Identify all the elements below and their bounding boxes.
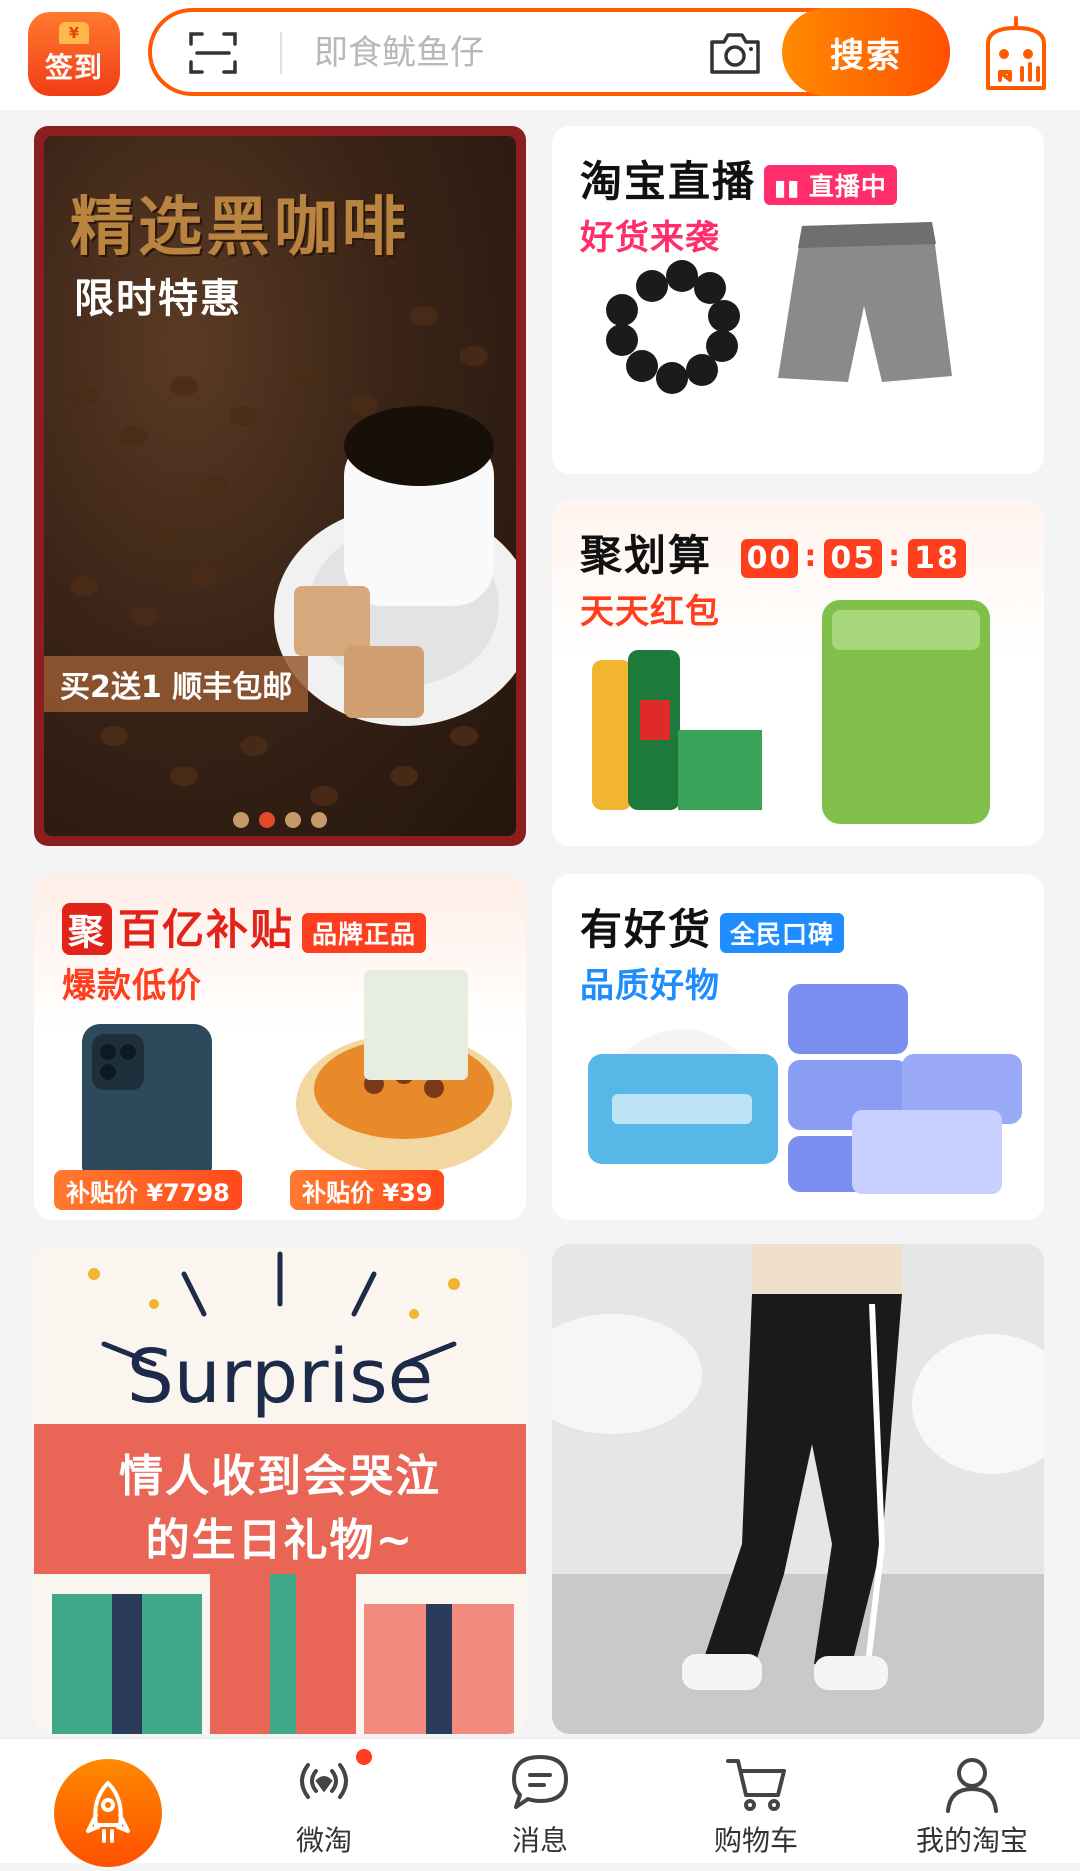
checkin-button[interactable]: ¥ 签到 xyxy=(28,12,120,96)
carousel-dot[interactable] xyxy=(285,812,301,828)
subsidy-products-image xyxy=(82,970,512,1184)
nav-label: 消息 xyxy=(511,1824,568,1857)
search-bar[interactable]: 搜索 xyxy=(148,8,950,96)
live-products-image xyxy=(606,222,952,394)
feed-item-gift[interactable]: Surprise 情人收到会哭泣 的生日礼物~ xyxy=(34,1244,526,1734)
top-bar: ¥ 签到 搜索 xyxy=(0,0,1080,110)
pants-photo xyxy=(552,1244,1044,1734)
nav-messages[interactable]: 消息 xyxy=(432,1739,648,1863)
ju-products-image xyxy=(592,600,990,824)
coin-icon: ¥ xyxy=(59,22,89,44)
bottom-nav: 微淘 消息 购物车 我的淘宝 xyxy=(0,1738,1080,1867)
user-icon xyxy=(946,1758,998,1813)
surprise-heading: Surprise xyxy=(126,1334,434,1420)
search-divider xyxy=(280,32,282,74)
banner-subtitle: 限时特惠 xyxy=(74,276,242,322)
carousel-dots xyxy=(44,812,516,828)
good-stuff-products-image xyxy=(588,984,1022,1194)
nav-my-taobao[interactable]: 我的淘宝 xyxy=(864,1739,1080,1863)
subsidy-price-tag: 补贴价 ¥7798 xyxy=(54,1170,242,1210)
home-button[interactable] xyxy=(54,1759,162,1867)
nav-home[interactable] xyxy=(0,1739,216,1867)
banner-promo: 买2送1 顺丰包邮 xyxy=(44,656,309,712)
search-button[interactable]: 搜索 xyxy=(782,8,950,96)
carousel-dot-active[interactable] xyxy=(259,812,275,828)
nav-label: 购物车 xyxy=(713,1824,798,1857)
nav-label: 我的淘宝 xyxy=(915,1824,1028,1857)
cart-icon xyxy=(726,1759,786,1811)
broadcast-icon xyxy=(300,1763,348,1799)
subsidy-price-tag: 补贴价 ¥39 xyxy=(290,1170,445,1210)
gift-caption-line1: 情人收到会哭泣 xyxy=(119,1451,441,1502)
card-taobao-live[interactable]: 淘宝直播 ▮▮ 直播中 好货来袭 xyxy=(552,126,1044,474)
feed-item-pants[interactable] xyxy=(552,1244,1044,1734)
nav-label: 微淘 xyxy=(295,1824,352,1857)
card-subsidy[interactable]: 聚百亿补贴 品牌正品 爆款低价 补贴价 ¥7798 补贴价 ¥39 xyxy=(34,874,526,1220)
camera-icon[interactable] xyxy=(708,30,762,76)
promo-banner-coffee[interactable]: 精选黑咖啡 限时特惠 买2送1 顺丰包邮 xyxy=(34,126,526,846)
nav-cart[interactable]: 购物车 xyxy=(648,1739,864,1863)
message-icon xyxy=(512,1755,568,1809)
nav-weitao[interactable]: 微淘 xyxy=(216,1739,432,1863)
gift-caption-line2: 的生日礼物~ xyxy=(145,1515,415,1566)
checkin-label: 签到 xyxy=(44,51,103,84)
rocket-icon xyxy=(86,1781,130,1843)
gift-ribbon: 情人收到会哭泣 的生日礼物~ xyxy=(34,1424,526,1574)
banner-title: 精选黑咖啡 xyxy=(70,191,410,265)
card-good-stuff[interactable]: 有好货 全民口碑 品质好物 xyxy=(552,874,1044,1220)
robot-assistant-icon[interactable] xyxy=(974,14,1058,94)
card-juhuasuan[interactable]: 聚划算 00: 05: 18 天天红包 xyxy=(552,500,1044,846)
carousel-dot[interactable] xyxy=(233,812,249,828)
banner-image: 精选黑咖啡 限时特惠 买2送1 顺丰包邮 xyxy=(44,136,516,836)
scan-icon[interactable] xyxy=(188,30,238,76)
notification-dot xyxy=(356,1749,372,1765)
carousel-dot[interactable] xyxy=(311,812,327,828)
